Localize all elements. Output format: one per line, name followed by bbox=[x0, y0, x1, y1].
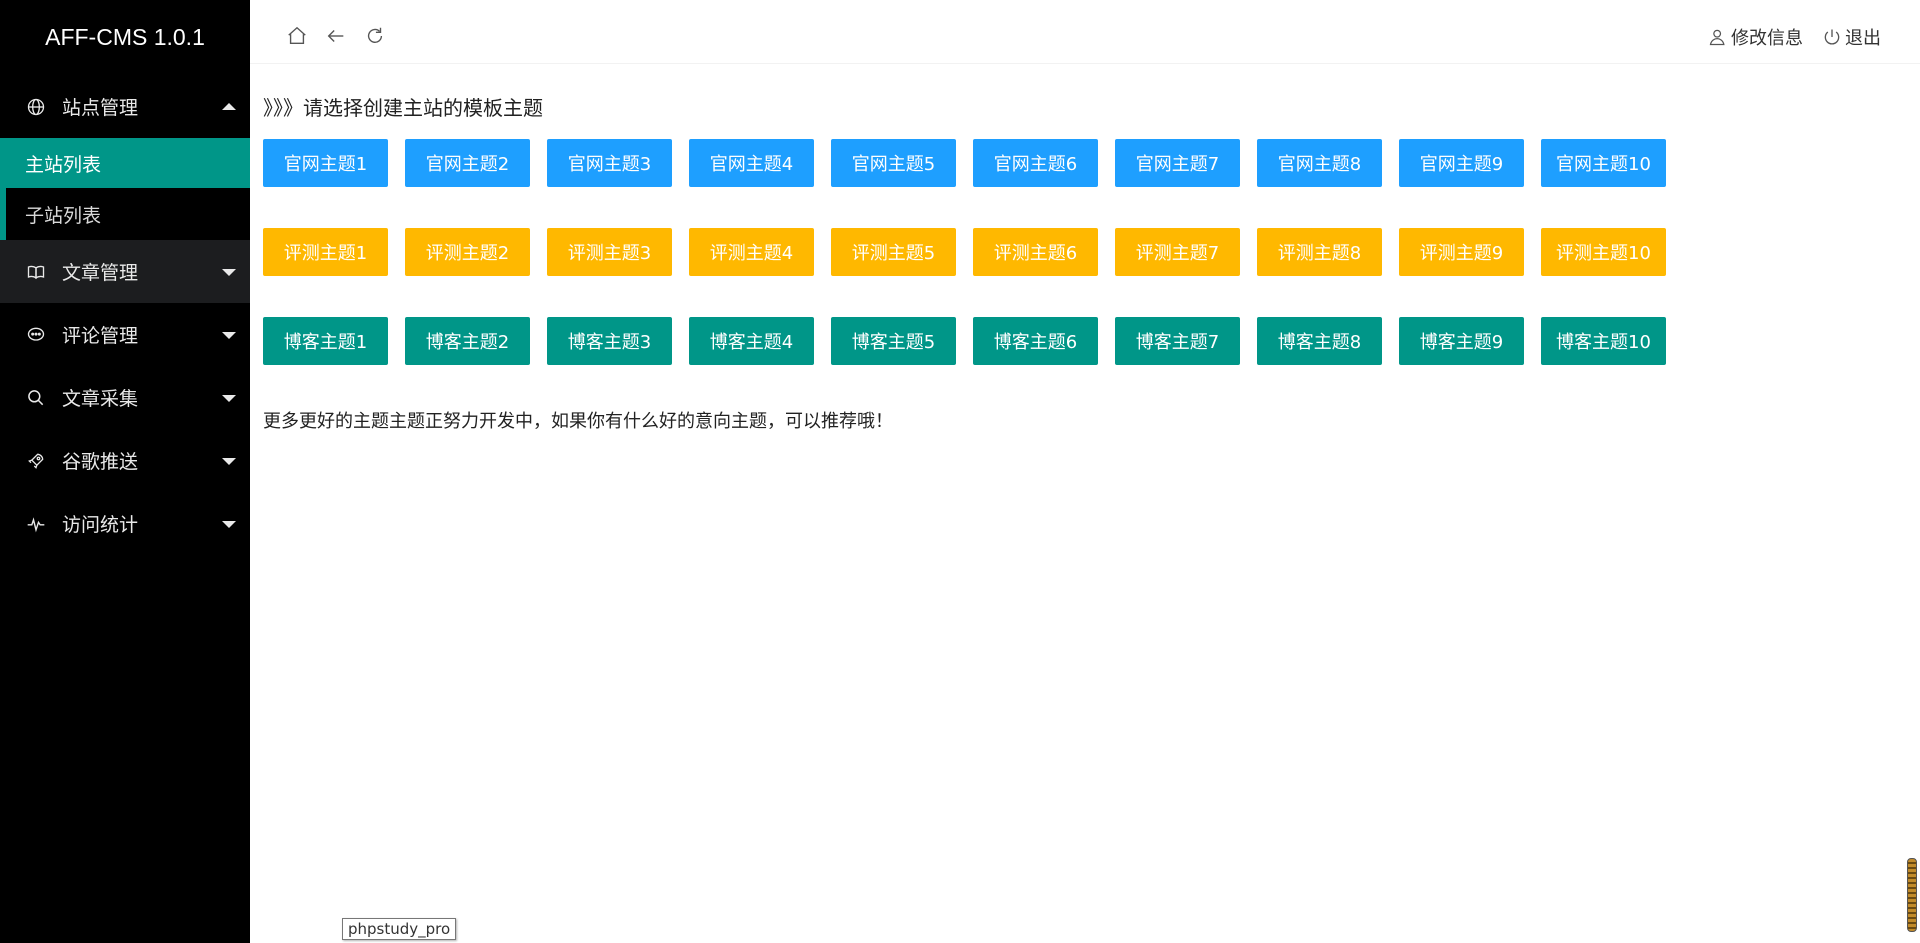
home-icon[interactable] bbox=[285, 24, 309, 48]
official-theme-button[interactable]: 官网主题4 bbox=[689, 139, 814, 187]
sidebar-group-article-management[interactable]: 文章管理 bbox=[0, 240, 250, 303]
sidebar-group-visit-statistics[interactable]: 访问统计 bbox=[0, 492, 250, 555]
logout-label: 退出 bbox=[1845, 28, 1881, 49]
logout-button[interactable]: 退出 bbox=[1822, 24, 1881, 50]
sidebar-group-comment-management[interactable]: 评论管理 bbox=[0, 303, 250, 366]
official-theme-button[interactable]: 官网主题6 bbox=[973, 139, 1098, 187]
blog-theme-button[interactable]: 博客主题1 bbox=[263, 317, 388, 365]
edit-info-button[interactable]: 修改信息 bbox=[1708, 24, 1803, 50]
tooltip: phpstudy_pro bbox=[342, 918, 457, 940]
power-icon bbox=[1824, 29, 1840, 45]
user-icon bbox=[1709, 29, 1725, 46]
back-icon[interactable] bbox=[324, 24, 348, 48]
official-theme-button[interactable]: 官网主题1 bbox=[263, 139, 388, 187]
blog-theme-button[interactable]: 博客主题9 bbox=[1399, 317, 1524, 365]
official-theme-button[interactable]: 官网主题5 bbox=[831, 139, 956, 187]
app-brand: AFF-CMS 1.0.1 bbox=[45, 24, 205, 50]
chat-icon bbox=[25, 324, 47, 346]
book-icon bbox=[25, 261, 47, 283]
top-header: 修改信息 退出 bbox=[250, 0, 1920, 64]
sidebar-group-google-push[interactable]: 谷歌推送 bbox=[0, 429, 250, 492]
sidebar-item-label: 主站列表 bbox=[25, 153, 102, 176]
review-theme-button[interactable]: 评测主题1 bbox=[263, 228, 388, 276]
review-theme-button[interactable]: 评测主题9 bbox=[1399, 228, 1524, 276]
review-theme-row: 评测主题1 评测主题2 评测主题3 评测主题4 评测主题5 评测主题6 评测主题… bbox=[263, 228, 1683, 276]
sidebar-subnav: 主站列表 子站列表 bbox=[0, 138, 250, 240]
sidebar-item-label: 子站列表 bbox=[25, 204, 102, 227]
review-theme-button[interactable]: 评测主题2 bbox=[405, 228, 530, 276]
review-theme-button[interactable]: 评测主题3 bbox=[547, 228, 672, 276]
blog-theme-button[interactable]: 博客主题5 bbox=[831, 317, 956, 365]
sidebar-group-label: 站点管理 bbox=[62, 97, 139, 119]
blog-theme-button[interactable]: 博客主题7 bbox=[1115, 317, 1240, 365]
chevron-down-icon bbox=[222, 331, 236, 339]
edit-info-label: 修改信息 bbox=[1731, 28, 1803, 49]
blog-theme-button[interactable]: 博客主题4 bbox=[689, 317, 814, 365]
sidebar-group-label: 文章管理 bbox=[62, 262, 139, 284]
sidebar-group-label: 访问统计 bbox=[62, 514, 139, 536]
sidebar-group-label: 谷歌推送 bbox=[62, 451, 139, 473]
review-theme-button[interactable]: 评测主题10 bbox=[1541, 228, 1666, 276]
refresh-icon[interactable] bbox=[363, 24, 387, 48]
blog-theme-button[interactable]: 博客主题8 bbox=[1257, 317, 1382, 365]
sidebar-group-article-collection[interactable]: 文章采集 bbox=[0, 366, 250, 429]
review-theme-button[interactable]: 评测主题8 bbox=[1257, 228, 1382, 276]
pulse-icon bbox=[25, 513, 47, 535]
chevron-down-icon bbox=[222, 520, 236, 528]
main-content: 》》》请选择创建主站的模板主题 官网主题1 官网主题2 官网主题3 官网主题4 … bbox=[250, 64, 1920, 943]
search-icon bbox=[25, 387, 47, 409]
official-theme-button[interactable]: 官网主题3 bbox=[547, 139, 672, 187]
blog-theme-row: 博客主题1 博客主题2 博客主题3 博客主题4 博客主题5 博客主题6 博客主题… bbox=[263, 317, 1683, 365]
official-theme-row: 官网主题1 官网主题2 官网主题3 官网主题4 官网主题5 官网主题6 官网主题… bbox=[263, 139, 1683, 187]
sidebar-group-label: 评论管理 bbox=[62, 325, 139, 347]
blog-theme-button[interactable]: 博客主题3 bbox=[547, 317, 672, 365]
official-theme-button[interactable]: 官网主题2 bbox=[405, 139, 530, 187]
globe-icon bbox=[25, 96, 47, 118]
chevron-up-icon bbox=[222, 102, 236, 110]
chevron-down-icon bbox=[222, 457, 236, 465]
official-theme-button[interactable]: 官网主题7 bbox=[1115, 139, 1240, 187]
blog-theme-button[interactable]: 博客主题10 bbox=[1541, 317, 1666, 365]
sidebar-group-site-management[interactable]: 站点管理 bbox=[0, 75, 250, 138]
rocket-icon bbox=[25, 450, 47, 472]
chevron-down-icon bbox=[222, 394, 236, 402]
blog-theme-button[interactable]: 博客主题6 bbox=[973, 317, 1098, 365]
sidebar-item-sub-site-list[interactable]: 子站列表 bbox=[0, 188, 250, 240]
chevron-down-icon bbox=[222, 268, 236, 276]
sidebar: AFF-CMS 1.0.1 站点管理 主站列表 子站列表 文章管理 评论管理 文… bbox=[0, 0, 250, 943]
review-theme-button[interactable]: 评测主题4 bbox=[689, 228, 814, 276]
official-theme-button[interactable]: 官网主题9 bbox=[1399, 139, 1524, 187]
page-title: 》》》请选择创建主站的模板主题 bbox=[263, 96, 543, 120]
blog-theme-button[interactable]: 博客主题2 bbox=[405, 317, 530, 365]
info-note: 更多更好的主题主题正努力开发中，如果你有什么好的意向主题，可以推荐哦！ bbox=[263, 411, 893, 432]
official-theme-button[interactable]: 官网主题8 bbox=[1257, 139, 1382, 187]
review-theme-button[interactable]: 评测主题5 bbox=[831, 228, 956, 276]
resize-grip[interactable] bbox=[1907, 858, 1917, 932]
sidebar-group-label: 文章采集 bbox=[62, 388, 139, 410]
review-theme-button[interactable]: 评测主题6 bbox=[973, 228, 1098, 276]
review-theme-button[interactable]: 评测主题7 bbox=[1115, 228, 1240, 276]
sidebar-item-main-site-list[interactable]: 主站列表 bbox=[0, 138, 250, 188]
official-theme-button[interactable]: 官网主题10 bbox=[1541, 139, 1666, 187]
